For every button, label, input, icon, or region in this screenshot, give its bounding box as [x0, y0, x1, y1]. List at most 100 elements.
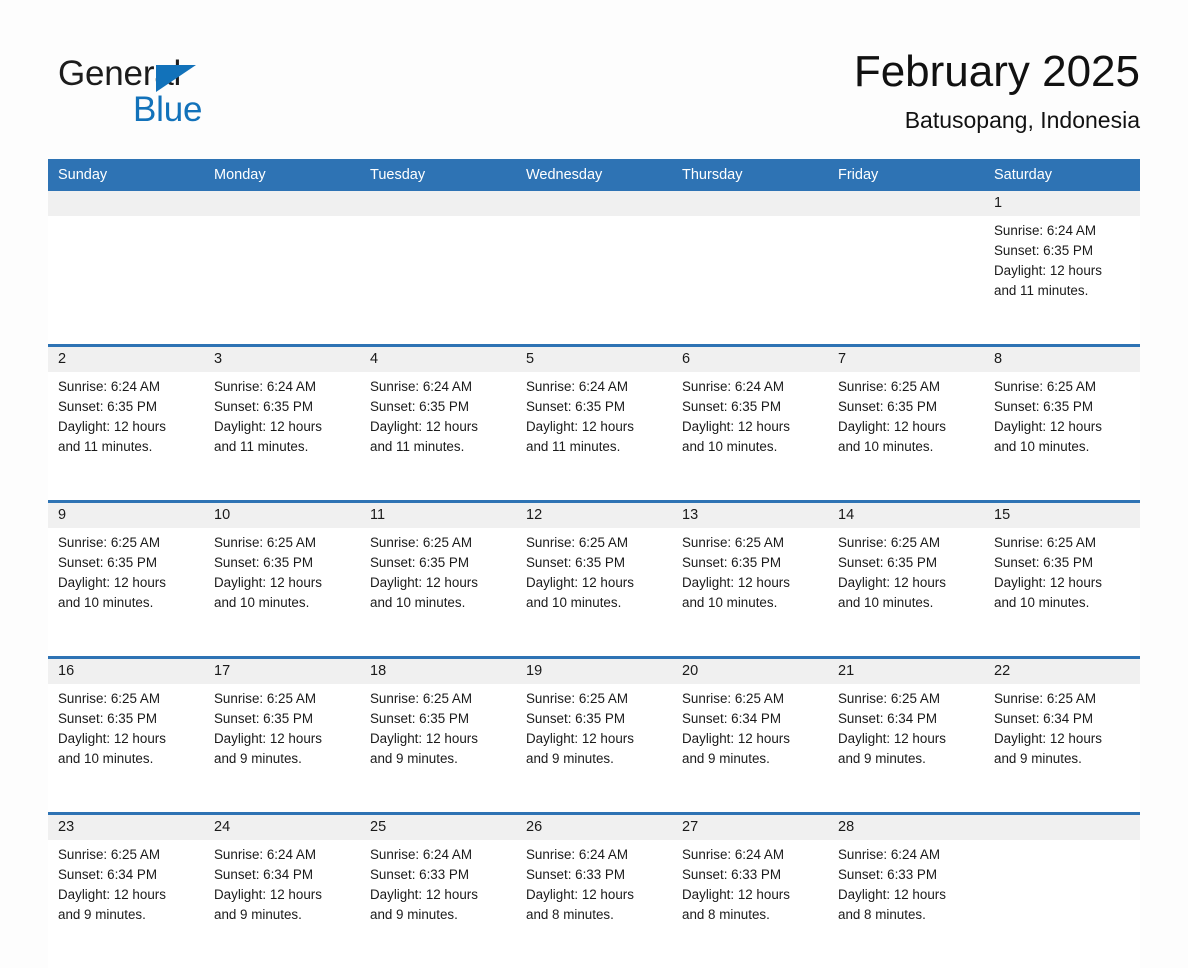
- day-cell[interactable]: Sunrise: 6:25 AM Sunset: 6:35 PM Daylight:…: [828, 372, 984, 502]
- sunset-text: Sunset: 6:35 PM: [994, 243, 1093, 258]
- day-number[interactable]: 8: [984, 344, 1140, 372]
- day-number[interactable]: 9: [48, 500, 204, 528]
- day-number[interactable]: 23: [48, 812, 204, 840]
- daylight-text: Daylight: 12 hours: [370, 887, 478, 902]
- day-number[interactable]: 22: [984, 656, 1140, 684]
- day-number[interactable]: 16: [48, 656, 204, 684]
- day-cell[interactable]: Sunrise: 6:25 AM Sunset: 6:35 PM Daylight:…: [516, 528, 672, 658]
- day-cell[interactable]: Sunrise: 6:24 AM Sunset: 6:35 PM Daylight:…: [516, 372, 672, 502]
- day-number[interactable]: 7: [828, 344, 984, 372]
- day-cell[interactable]: Sunrise: 6:25 AM Sunset: 6:35 PM Daylight:…: [48, 684, 204, 814]
- daylight-text: Daylight: 12 hours: [838, 731, 946, 746]
- day-cell[interactable]: Sunrise: 6:24 AM Sunset: 6:35 PM Daylight:…: [204, 372, 360, 502]
- sunset-text: Sunset: 6:34 PM: [682, 711, 781, 726]
- day-number[interactable]: 6: [672, 344, 828, 372]
- day-cell[interactable]: Sunrise: 6:24 AM Sunset: 6:35 PM Daylight:…: [360, 372, 516, 502]
- sunset-text: Sunset: 6:35 PM: [994, 399, 1093, 414]
- day-number[interactable]: 19: [516, 656, 672, 684]
- sunset-text: Sunset: 6:34 PM: [994, 711, 1093, 726]
- day-cell[interactable]: Sunrise: 6:25 AM Sunset: 6:34 PM Daylight:…: [672, 684, 828, 814]
- sunrise-text: Sunrise: 6:25 AM: [838, 535, 940, 550]
- day-number[interactable]: 4: [360, 344, 516, 372]
- sunrise-text: Sunrise: 6:25 AM: [526, 535, 628, 550]
- day-number[interactable]: 18: [360, 656, 516, 684]
- daylight-text: Daylight: 12 hours: [526, 887, 634, 902]
- day-number[interactable]: 27: [672, 812, 828, 840]
- calendar-week-details: Sunrise: 6:25 AM Sunset: 6:35 PM Daylight:…: [48, 684, 1140, 814]
- day-cell[interactable]: Sunrise: 6:24 AM Sunset: 6:33 PM Daylight:…: [672, 840, 828, 968]
- sunset-text: Sunset: 6:35 PM: [58, 399, 157, 414]
- calendar-table: Sunday Monday Tuesday Wednesday Thursday…: [48, 159, 1140, 968]
- sunrise-text: Sunrise: 6:25 AM: [682, 691, 784, 706]
- daylight-text-cont: and 10 minutes.: [370, 595, 466, 610]
- sunset-text: Sunset: 6:35 PM: [370, 555, 469, 570]
- day-cell[interactable]: Sunrise: 6:25 AM Sunset: 6:34 PM Daylight:…: [828, 684, 984, 814]
- day-cell[interactable]: Sunrise: 6:25 AM Sunset: 6:35 PM Daylight:…: [984, 528, 1140, 658]
- calendar-page: General Blue February 2025 Batusopang, I…: [0, 0, 1188, 968]
- calendar-week-details: Sunrise: 6:24 AM Sunset: 6:35 PM Daylight:…: [48, 216, 1140, 346]
- sunset-text: Sunset: 6:33 PM: [370, 867, 469, 882]
- daylight-text: Daylight: 12 hours: [214, 731, 322, 746]
- daylight-text: Daylight: 12 hours: [370, 419, 478, 434]
- day-number-empty: [828, 191, 984, 216]
- day-number[interactable]: 25: [360, 812, 516, 840]
- day-cell[interactable]: Sunrise: 6:25 AM Sunset: 6:35 PM Daylight:…: [984, 372, 1140, 502]
- day-number-empty: [48, 191, 204, 216]
- day-cell[interactable]: Sunrise: 6:25 AM Sunset: 6:35 PM Daylight:…: [672, 528, 828, 658]
- day-cell[interactable]: Sunrise: 6:24 AM Sunset: 6:33 PM Daylight:…: [828, 840, 984, 968]
- sunrise-text: Sunrise: 6:25 AM: [214, 691, 316, 706]
- sunset-text: Sunset: 6:33 PM: [838, 867, 937, 882]
- day-number[interactable]: 12: [516, 500, 672, 528]
- day-cell[interactable]: Sunrise: 6:24 AM Sunset: 6:35 PM Daylight:…: [984, 216, 1140, 346]
- sunset-text: Sunset: 6:35 PM: [58, 711, 157, 726]
- day-cell[interactable]: Sunrise: 6:25 AM Sunset: 6:35 PM Daylight:…: [204, 684, 360, 814]
- sunset-text: Sunset: 6:35 PM: [682, 399, 781, 414]
- daylight-text: Daylight: 12 hours: [58, 731, 166, 746]
- day-cell[interactable]: Sunrise: 6:24 AM Sunset: 6:35 PM Daylight:…: [672, 372, 828, 502]
- day-number[interactable]: 1: [984, 191, 1140, 216]
- day-number[interactable]: 3: [204, 344, 360, 372]
- daylight-text-cont: and 9 minutes.: [526, 751, 614, 766]
- day-cell[interactable]: Sunrise: 6:24 AM Sunset: 6:33 PM Daylight:…: [516, 840, 672, 968]
- day-number[interactable]: 17: [204, 656, 360, 684]
- day-number[interactable]: 26: [516, 812, 672, 840]
- day-number[interactable]: 10: [204, 500, 360, 528]
- calendar-header-row: Sunday Monday Tuesday Wednesday Thursday…: [48, 159, 1140, 191]
- day-cell[interactable]: Sunrise: 6:25 AM Sunset: 6:34 PM Daylight:…: [48, 840, 204, 968]
- sunrise-text: Sunrise: 6:24 AM: [682, 847, 784, 862]
- day-number[interactable]: 15: [984, 500, 1140, 528]
- calendar-week-details: Sunrise: 6:25 AM Sunset: 6:34 PM Daylight:…: [48, 840, 1140, 968]
- day-number[interactable]: 11: [360, 500, 516, 528]
- day-number[interactable]: 2: [48, 344, 204, 372]
- daylight-text-cont: and 11 minutes.: [214, 439, 309, 454]
- day-cell[interactable]: Sunrise: 6:25 AM Sunset: 6:34 PM Daylight:…: [984, 684, 1140, 814]
- day-number[interactable]: 24: [204, 812, 360, 840]
- daylight-text-cont: and 10 minutes.: [526, 595, 622, 610]
- day-cell[interactable]: Sunrise: 6:24 AM Sunset: 6:34 PM Daylight:…: [204, 840, 360, 968]
- day-cell[interactable]: Sunrise: 6:25 AM Sunset: 6:35 PM Daylight:…: [516, 684, 672, 814]
- daylight-text: Daylight: 12 hours: [214, 575, 322, 590]
- day-number[interactable]: 21: [828, 656, 984, 684]
- sunrise-text: Sunrise: 6:24 AM: [370, 379, 472, 394]
- day-cell[interactable]: Sunrise: 6:25 AM Sunset: 6:35 PM Daylight:…: [48, 528, 204, 658]
- day-number[interactable]: 13: [672, 500, 828, 528]
- day-cell[interactable]: Sunrise: 6:25 AM Sunset: 6:35 PM Daylight:…: [204, 528, 360, 658]
- calendar-body: 1 Sunrise: 6:24 AM Sunset: 6:35 PM Daylight…: [48, 191, 1140, 968]
- day-cell[interactable]: Sunrise: 6:24 AM Sunset: 6:33 PM Daylight:…: [360, 840, 516, 968]
- daylight-text-cont: and 10 minutes.: [838, 595, 934, 610]
- day-cell[interactable]: Sunrise: 6:25 AM Sunset: 6:35 PM Daylight:…: [828, 528, 984, 658]
- day-number[interactable]: 5: [516, 344, 672, 372]
- day-cell[interactable]: Sunrise: 6:25 AM Sunset: 6:35 PM Daylight:…: [360, 684, 516, 814]
- title-block: February 2025 Batusopang, Indonesia: [440, 46, 1140, 134]
- day-number[interactable]: 14: [828, 500, 984, 528]
- day-cell-empty: [48, 216, 204, 346]
- day-cell[interactable]: Sunrise: 6:24 AM Sunset: 6:35 PM Daylight:…: [48, 372, 204, 502]
- daylight-text: Daylight: 12 hours: [994, 419, 1102, 434]
- daylight-text: Daylight: 12 hours: [526, 731, 634, 746]
- day-number[interactable]: 20: [672, 656, 828, 684]
- day-number[interactable]: 28: [828, 812, 984, 840]
- logo-text-blue: Blue: [133, 90, 203, 129]
- generalblue-logo[interactable]: General Blue: [58, 54, 358, 134]
- weekday-header-friday: Friday: [828, 159, 984, 191]
- day-cell[interactable]: Sunrise: 6:25 AM Sunset: 6:35 PM Daylight:…: [360, 528, 516, 658]
